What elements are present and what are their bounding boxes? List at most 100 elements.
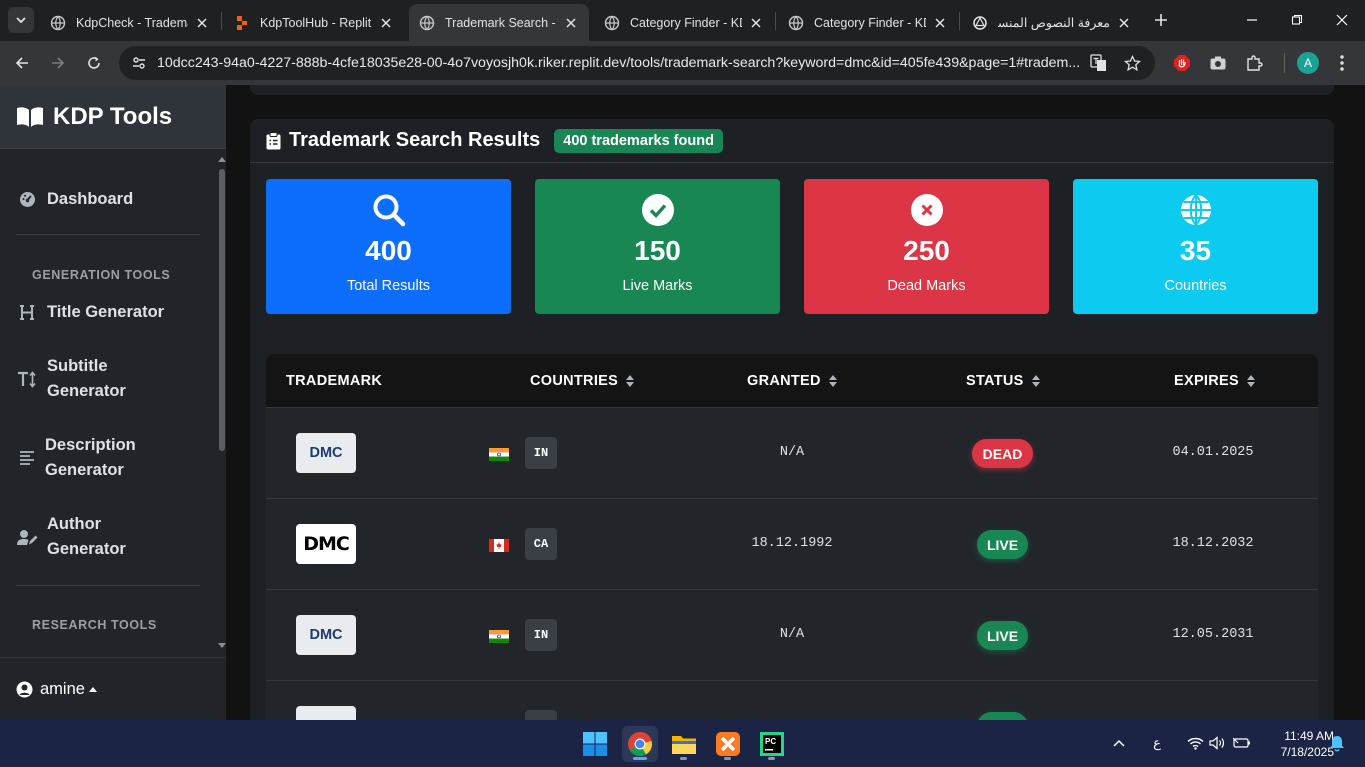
col-header-status[interactable]: STATUS <box>966 373 1040 389</box>
browser-tab[interactable]: KdpToolHub - Replit <box>224 4 404 41</box>
browser-tab[interactable]: Category Finder - KDP <box>778 4 958 41</box>
col-header-countries[interactable]: COUNTRIES <box>530 373 635 389</box>
close-window-button[interactable] <box>1328 6 1356 34</box>
minimize-icon <box>1247 19 1257 21</box>
chevron-down-icon <box>16 17 26 24</box>
taskbar-xampp[interactable] <box>710 726 746 762</box>
battery-icon[interactable] <box>1233 734 1251 752</box>
taskbar-pycharm[interactable]: PC <box>754 726 790 762</box>
table-row[interactable]: DMC IN N/A LIVE 12.05.2031 <box>266 589 1318 680</box>
sidebar-item-description-generator[interactable]: Description Generator <box>16 433 200 483</box>
translate-icon[interactable] <box>1088 52 1110 74</box>
stat-label: Countries <box>1164 278 1227 294</box>
close-tab-icon[interactable] <box>748 15 764 31</box>
url-text[interactable]: 10dcc243-94a0-4227-888b-4cfe18035e28-00-… <box>157 55 1079 71</box>
trademark-logo[interactable]: DMC <box>296 433 356 473</box>
browser-tab[interactable]: KdpCheck - Trademark <box>40 4 220 41</box>
profile-avatar[interactable]: A <box>1297 52 1319 74</box>
ad-blocker-extension-icon[interactable] <box>1171 52 1193 74</box>
stat-value: 150 <box>634 235 681 266</box>
volume-icon[interactable] <box>1208 734 1226 752</box>
xampp-icon <box>716 732 740 756</box>
stat-label: Live Marks <box>622 278 693 294</box>
trademark-logo[interactable]: DMC <box>296 615 356 655</box>
taskbar-chrome[interactable] <box>622 726 658 762</box>
browser-tab[interactable]: Category Finder - KDP <box>594 4 774 41</box>
table-row[interactable] <box>266 680 1318 720</box>
sidebar-item-author-generator[interactable]: Author Generator <box>16 512 200 562</box>
section-heading-research: RESEARCH TOOLS <box>32 618 157 632</box>
close-tab-icon[interactable] <box>194 15 210 31</box>
tab-search-button[interactable] <box>8 7 34 33</box>
expires-date: 12.05.2031 <box>1172 627 1254 642</box>
taskbar-file-explorer[interactable] <box>666 726 702 762</box>
close-tab-icon[interactable] <box>378 15 394 31</box>
start-button[interactable] <box>577 726 613 762</box>
granted-date: 18.12.1992 <box>751 536 833 551</box>
input-language-indicator[interactable]: ع <box>1148 734 1166 752</box>
sidebar-item-label: Subtitle Generator <box>47 357 126 400</box>
more-menu-icon[interactable] <box>1331 52 1353 74</box>
sidebar-nav: Dashboard GENERATION TOOLS Title Generat… <box>0 149 226 657</box>
globe-icon <box>604 15 620 31</box>
x-circle-icon <box>910 193 944 227</box>
extensions-puzzle-icon[interactable] <box>1243 52 1265 74</box>
scroll-down-arrow[interactable] <box>218 643 226 648</box>
address-bar[interactable]: 10dcc243-94a0-4227-888b-4cfe18035e28-00-… <box>119 46 1155 80</box>
text-height-icon <box>16 369 38 389</box>
sidebar-item-title-generator[interactable]: Title Generator <box>16 300 200 325</box>
india-flag <box>489 630 509 643</box>
table-header: TRADEMARK COUNTRIES GRANTED STATUS EXPIR… <box>266 354 1318 407</box>
user-menu[interactable]: amine <box>0 657 226 720</box>
browser-tab-strip: KdpCheck - Trademark KdpToolHub - Replit… <box>0 0 1365 41</box>
back-button[interactable] <box>9 50 35 76</box>
new-tab-button[interactable] <box>1150 9 1172 31</box>
tab-divider <box>775 12 776 30</box>
sidebar-item-subtitle-generator[interactable]: Subtitle Generator <box>16 354 200 404</box>
plus-icon <box>1155 14 1167 26</box>
clock-time: 11:49 AM <box>1284 729 1334 743</box>
results-count-badge: 400 trademarks found <box>554 128 723 153</box>
country-code-badge: IN <box>525 437 557 469</box>
close-tab-icon[interactable] <box>1116 15 1132 31</box>
trademark-logo[interactable] <box>296 706 356 720</box>
table-row[interactable]: DMC CA 18.12.1992 LIVE 18.12.2032 <box>266 498 1318 589</box>
bookmark-star-icon[interactable] <box>1121 52 1143 74</box>
trademarks-table: TRADEMARK COUNTRIES GRANTED STATUS EXPIR… <box>266 354 1318 720</box>
sidebar-scrollbar-thumb[interactable] <box>219 169 225 451</box>
browser-tab[interactable]: معرفة النصوص المنسوخة <box>962 4 1142 41</box>
arrow-left-icon <box>15 57 28 69</box>
close-tab-icon[interactable] <box>563 15 579 31</box>
site-info-icon[interactable] <box>128 52 150 74</box>
stat-label: Total Results <box>346 278 430 294</box>
sidebar-item-label: Author Generator <box>47 515 126 558</box>
stat-value: 35 <box>1179 235 1212 266</box>
arrow-right-icon <box>52 57 65 69</box>
tab-title: KdpToolHub - Replit <box>260 15 372 30</box>
forward-button[interactable] <box>45 50 71 76</box>
table-row[interactable]: DMC IN N/A DEAD 04.01.2025 <box>266 407 1318 498</box>
check-circle-icon <box>641 193 675 227</box>
camera-extension-icon[interactable] <box>1207 52 1229 74</box>
col-header-expires[interactable]: EXPIRES <box>1174 373 1255 389</box>
tab-divider <box>959 12 960 30</box>
col-header-granted[interactable]: GRANTED <box>747 373 837 389</box>
user-pen-icon <box>16 527 38 547</box>
brand[interactable]: KDP Tools <box>0 85 226 149</box>
scroll-up-arrow[interactable] <box>218 157 226 162</box>
reload-button[interactable] <box>81 50 107 76</box>
heading-icon <box>16 303 38 323</box>
trademark-logo[interactable]: DMC <box>296 524 356 564</box>
restore-button[interactable] <box>1283 6 1311 34</box>
notification-bell-icon[interactable] <box>1328 734 1346 752</box>
sidebar-item-dashboard[interactable]: Dashboard <box>16 187 200 212</box>
close-tab-icon[interactable] <box>932 15 948 31</box>
browser-tab-active[interactable]: Trademark Search - KDP <box>409 4 589 41</box>
stat-card-dead: 250 Dead Marks <box>804 179 1049 314</box>
wifi-icon[interactable] <box>1186 734 1204 752</box>
minimize-button[interactable] <box>1238 6 1266 34</box>
system-clock[interactable]: 11:49 AM 7/18/2025 <box>1258 728 1334 760</box>
show-hidden-icons-button[interactable] <box>1110 734 1128 752</box>
stat-value: 250 <box>903 235 950 266</box>
expires-date: 18.12.2032 <box>1172 536 1254 551</box>
